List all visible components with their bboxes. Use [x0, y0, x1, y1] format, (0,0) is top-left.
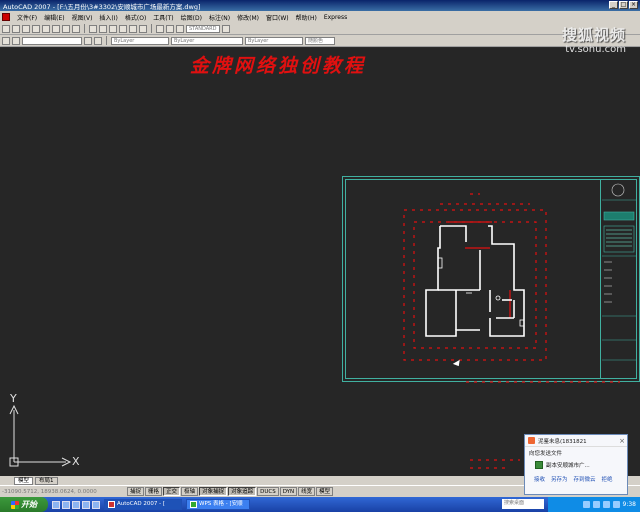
notification-actions: 接收 另存为 存到微云 拒绝 [525, 471, 627, 483]
quick-launch-icon[interactable] [82, 500, 90, 509]
otrack-toggle[interactable]: 对象追踪 [228, 487, 257, 496]
save-to-cloud-link[interactable]: 存到微云 [574, 475, 596, 483]
quick-launch-icon[interactable] [52, 500, 60, 509]
taskbar-item-label: WPS 表格 - [安顺 [199, 501, 243, 507]
dimension-lines [403, 193, 620, 469]
quick-launch-icon[interactable] [92, 500, 100, 509]
snap-toggle[interactable]: 捕捉 [127, 487, 145, 496]
title-block-details [602, 183, 636, 361]
taskbar: 开始 AutoCAD 2007 - [ WPS 表格 - [安顺 [0, 497, 640, 512]
tray-icon[interactable] [592, 501, 600, 508]
notification-header: 泥鉴未息(1831821 [525, 435, 627, 447]
notification-sender: 泥鉴未息(1831821 [538, 438, 587, 445]
screen: AutoCAD 2007 - [F:\五月份\3#3302\安顺城市广场最新方案… [0, 0, 640, 512]
osnap-toggle[interactable]: 对象捕捉 [199, 487, 228, 496]
tab-layout1[interactable]: 布局1 [35, 476, 58, 485]
taskbar-item-autocad[interactable]: AutoCAD 2007 - [ [104, 499, 182, 510]
notification-file[interactable]: 副本安顺城市广... [525, 459, 627, 471]
save-as-link[interactable]: 另存为 [551, 475, 568, 483]
spreadsheet-file-icon [535, 461, 543, 469]
ucs-y-label: Y [10, 392, 17, 405]
start-label: 开始 [21, 500, 37, 509]
accept-link[interactable]: 接收 [534, 475, 545, 483]
fixtures [437, 257, 525, 327]
quick-launch [52, 500, 100, 509]
notification-filename: 副本安顺城市广... [546, 463, 590, 469]
close-icon[interactable]: × [619, 437, 625, 445]
coordinate-readout: -31090.5712, 18938.0624, 0.0000 [2, 488, 97, 495]
dimension-accents [448, 221, 511, 318]
notification-message: 向您发送文件 [529, 451, 563, 457]
windows-flag-icon [11, 500, 19, 509]
ucs-icon [9, 404, 72, 467]
tab-model[interactable]: 模型 [14, 476, 34, 485]
dyn-toggle[interactable]: DYN [279, 487, 298, 496]
ucs-x-label: X [72, 455, 80, 468]
start-button[interactable]: 开始 [0, 497, 48, 512]
file-transfer-notification: 泥鉴未息(1831821 × 向您发送文件 副本安顺城市广... 接收 另存为 … [524, 434, 628, 495]
tray-icon[interactable] [582, 501, 590, 508]
lineweight-toggle[interactable]: 线宽 [298, 487, 316, 496]
taskbar-item-label: AutoCAD 2007 - [ [117, 501, 165, 507]
system-tray: 9:38 [548, 497, 640, 512]
walls [425, 225, 525, 337]
ducs-toggle[interactable]: DUCS [257, 487, 279, 496]
clock: 9:38 [622, 501, 636, 508]
taskbar-item-wps[interactable]: WPS 表格 - [安顺 [186, 499, 250, 510]
quick-launch-icon[interactable] [62, 500, 70, 509]
polar-toggle[interactable]: 极轴 [181, 487, 199, 496]
decline-link[interactable]: 拒绝 [602, 475, 613, 483]
tray-icon[interactable] [612, 501, 620, 508]
desktop-search-input[interactable]: 搜索桌面 [502, 499, 544, 509]
chat-app-icon [528, 437, 535, 444]
ortho-toggle[interactable]: 正交 [163, 487, 181, 496]
model-toggle[interactable]: 模型 [316, 487, 334, 496]
tray-icon[interactable] [602, 501, 610, 508]
wps-icon [190, 501, 197, 508]
grid-toggle[interactable]: 栅格 [145, 487, 163, 496]
quick-launch-icon[interactable] [72, 500, 80, 509]
autocad-icon [108, 501, 115, 508]
